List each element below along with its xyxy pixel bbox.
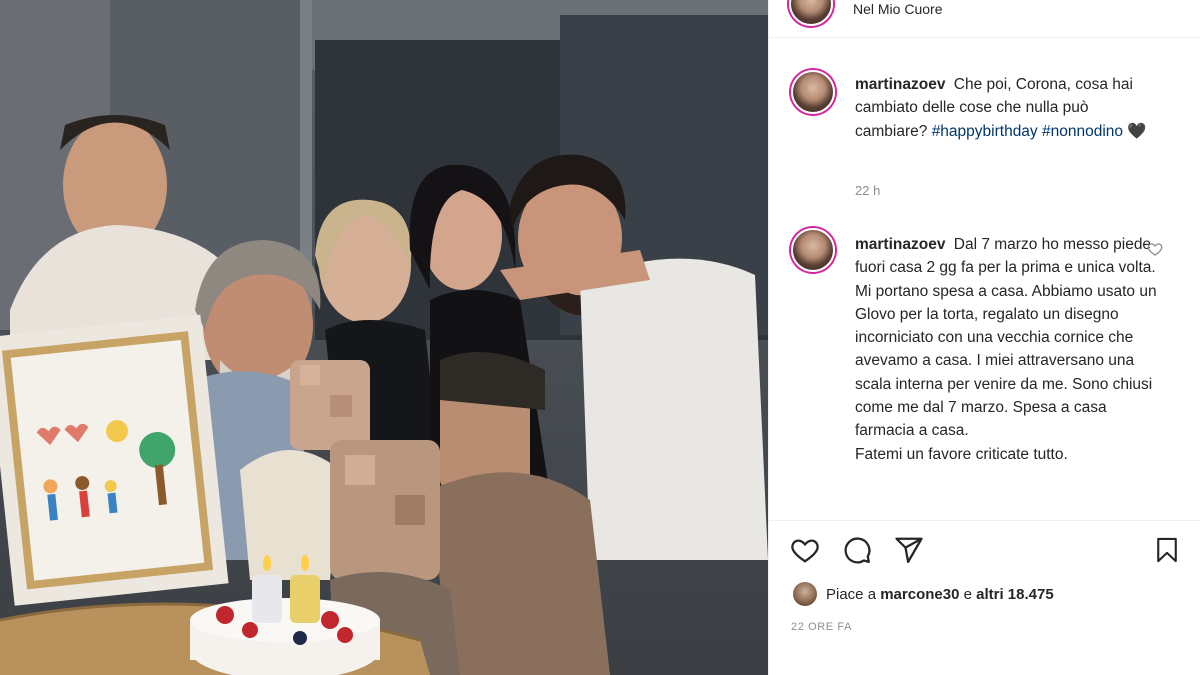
likes-prefix: Piace a [826,585,877,603]
post-photo[interactable] [0,0,768,675]
post-location[interactable]: Nel Mio Cuore [853,0,942,18]
hashtag-link[interactable]: #happybirthday [932,123,1038,140]
comment-time[interactable]: 22 h [855,183,880,198]
post-timestamp[interactable]: 22 ORE FA [791,621,852,633]
hashtag-link[interactable]: #nonnodino [1042,123,1123,140]
post-actions [769,530,1200,576]
bookmark-icon [1157,537,1177,563]
comment-item: martinazoev Dal 7 marzo ho messo piede f… [769,228,1200,518]
small-heart-icon[interactable] [1147,241,1163,257]
comment-icon [844,537,871,564]
comment-text: martinazoev Dal 7 marzo ho messo piede f… [855,233,1165,466]
comment-avatar[interactable] [791,70,835,114]
paper-plane-icon [895,537,923,563]
caption-comment: martinazoev Che poi, Corona, cosa hai ca… [769,70,1200,210]
comment-body: Dal 7 marzo ho messo piede fuori casa 2 … [855,236,1157,440]
comment-username[interactable]: martinazoev [855,236,945,253]
comment-text: martinazoev Che poi, Corona, cosa hai ca… [855,73,1165,143]
heart-icon [791,539,819,563]
comment-username[interactable]: martinazoev [855,76,945,93]
likes-count-link[interactable]: altri 18.475 [976,586,1054,603]
likes-connector: e [963,585,972,603]
like-button[interactable] [787,530,823,570]
comment-button[interactable] [839,530,875,570]
liker-avatar[interactable] [793,582,817,606]
post-side-panel: Nel Mio Cuore martinazoev Che poi, Coron… [768,0,1200,675]
user-avatar[interactable] [789,0,833,26]
share-button[interactable] [891,530,927,570]
post-header: Nel Mio Cuore [769,0,1200,38]
liker-username[interactable]: marcone30 [880,586,959,603]
save-button[interactable] [1149,530,1185,570]
likes-summary: Piace a marcone30 e altri 18.475 [793,582,1054,606]
comment-avatar[interactable] [791,228,835,272]
comment-body-continued: Fatemi un favore criticate tutto. [855,445,1068,463]
section-divider [769,520,1200,521]
black-heart-emoji: 🖤 [1127,122,1147,140]
photo-illustration [0,0,768,675]
